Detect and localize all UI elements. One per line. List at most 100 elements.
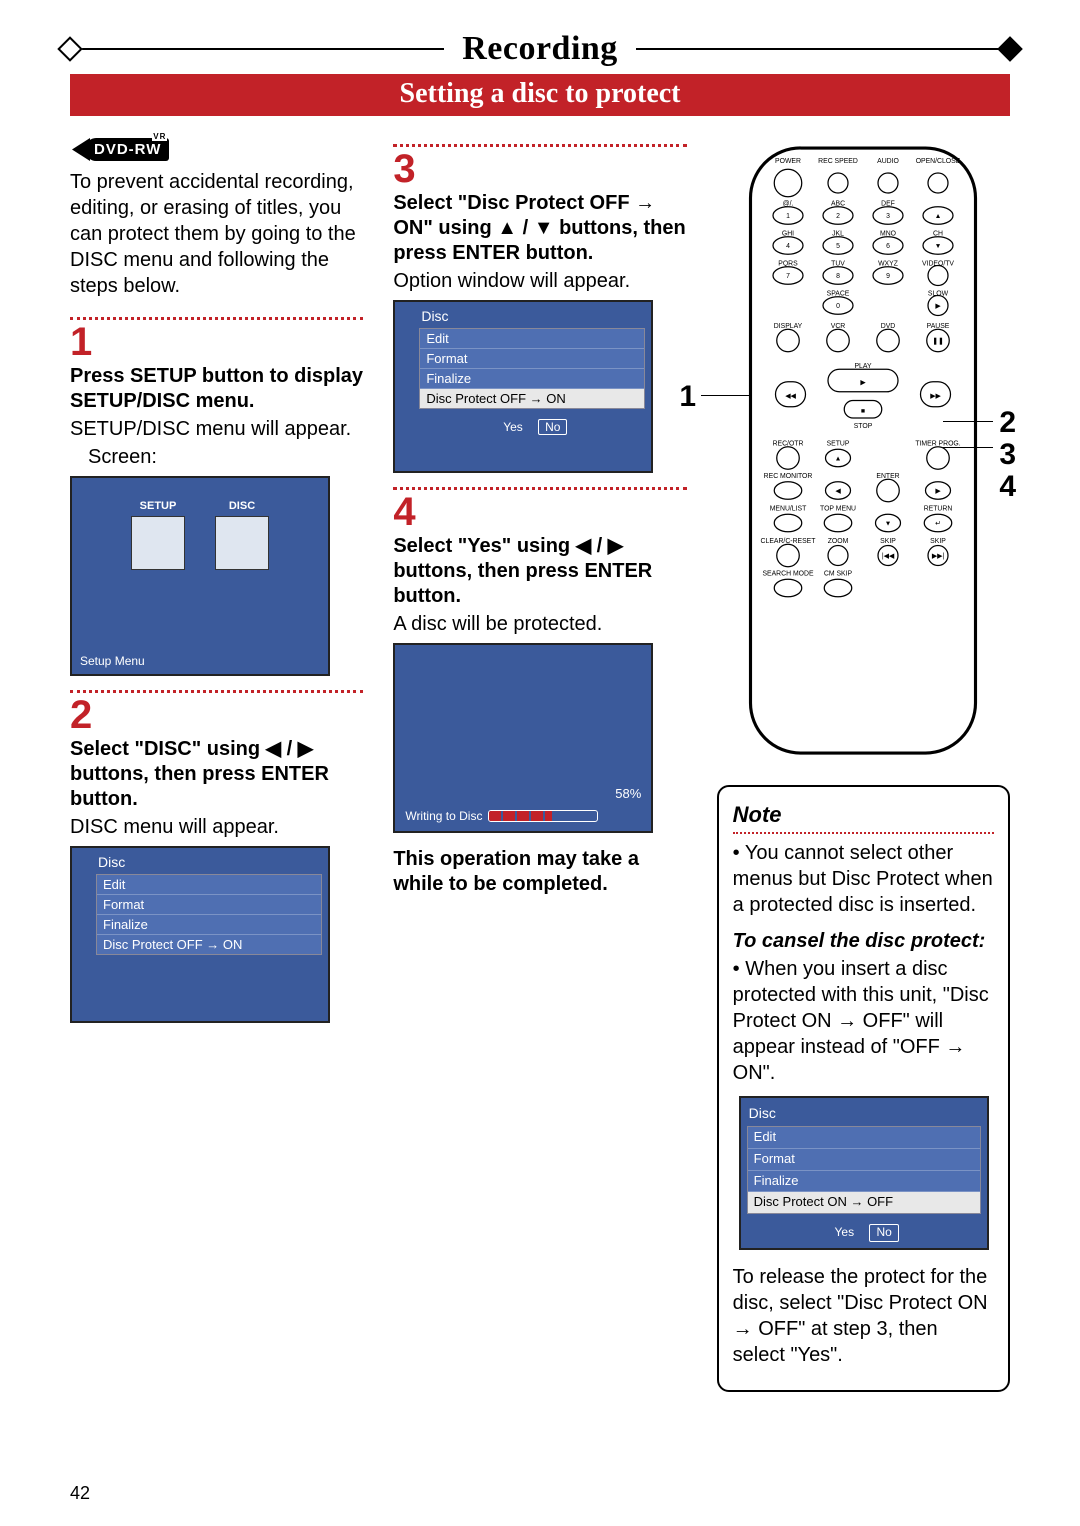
svg-text:❚❚: ❚❚ [933,337,945,345]
svg-text:◀◀: ◀◀ [786,393,797,400]
svg-text:↵: ↵ [935,521,941,528]
svg-text:3: 3 [886,213,890,220]
step-2-title: Select "DISC" using ◀ / ▶ buttons, then … [70,737,363,812]
screen-label: Screen: [70,444,363,470]
chapter-bar: Recording [70,30,1010,68]
svg-text:◀: ◀ [836,488,842,495]
note-subtitle: To cansel the disc protect: [733,928,994,954]
progress-bar [488,810,598,822]
step-4-title: Select "Yes" using ◀ / ▶ buttons, then p… [393,534,686,609]
svg-text:▲: ▲ [835,456,842,463]
osd-row-selected: Disc Protect ON → OFF [748,1192,980,1213]
svg-text:OPEN/CLOSE: OPEN/CLOSE [916,158,961,165]
intro-text: To prevent accidental recording, editing… [70,169,363,299]
yes-no-row: Yes No [413,415,651,441]
svg-text:▲: ▲ [935,213,942,220]
osd-row: Format [748,1149,980,1171]
svg-text:8: 8 [836,273,840,280]
osd-row: Format [420,349,644,369]
disc-protect-off-screenshot: Disc Edit Format Finalize Disc Protect O… [739,1096,989,1250]
svg-text:■: ■ [861,408,865,415]
remote-diagram: POWER REC SPEED AUDIO OPEN/CLOSE @/.ABCD… [723,138,1003,763]
step-1-body: SETUP/DISC menu will appear. [70,416,363,442]
svg-text:SKIP: SKIP [930,538,946,545]
note-paragraph-1: • You cannot select other menus but Disc… [733,840,994,918]
osd-title: Disc [90,848,328,872]
svg-text:STOP: STOP [854,423,873,430]
step-4-footnote: This operation may take a while to be co… [393,847,686,897]
note-box: Note • You cannot select other menus but… [717,785,1010,1392]
osd-row: Finalize [97,915,321,935]
svg-text:CM SKIP: CM SKIP [824,571,853,578]
callout-line [943,447,993,448]
writing-label-row: Writing to Disc [405,809,598,823]
svg-text:|◀◀: |◀◀ [882,553,895,560]
svg-text:9: 9 [886,273,890,280]
callout-line [701,395,749,396]
note-title: Note [733,801,994,830]
svg-text:AUDIO: AUDIO [877,158,899,165]
column-right: POWER REC SPEED AUDIO OPEN/CLOSE @/.ABCD… [717,138,1010,1392]
svg-text:SETUP: SETUP [827,441,850,448]
disc-menu-screenshot: Disc Edit Format Finalize Disc Protect O… [70,846,330,1023]
svg-text:▼: ▼ [935,243,942,250]
no-option: No [869,1224,898,1242]
svg-text:1: 1 [786,213,790,220]
svg-text:▼: ▼ [885,521,892,528]
step-4-body: A disc will be protected. [393,611,686,637]
callout-2: 2 [999,406,1016,440]
svg-text:SEARCH MODE: SEARCH MODE [763,571,814,578]
osd-row: Finalize [748,1171,980,1193]
note-paragraph-2: • When you insert a disc protected with … [733,956,994,1086]
setup-icon-box [131,516,185,570]
step-4-number: 4 [393,492,686,532]
callout-1: 1 [679,380,696,414]
column-middle: 3 Select "Disc Protect OFF → ON" using ▲… [393,138,686,1392]
rule-line [636,48,1010,50]
chapter-title: Recording [444,30,636,68]
rule-line [70,48,444,50]
svg-text:MENU/LIST: MENU/LIST [770,506,807,513]
setup-icon: SETUP [131,500,185,570]
osd-row: Format [97,895,321,915]
svg-text:PLAY: PLAY [855,363,872,370]
diamond-left-icon [57,36,82,61]
osd-title: Disc [413,302,651,326]
setup-menu-screenshot: SETUP DISC Setup Menu [70,476,330,676]
writing-label: Writing to Disc [405,809,482,823]
osd-row: Finalize [420,369,644,389]
svg-text:▶: ▶ [936,303,942,310]
step-2-number: 2 [70,695,363,735]
page-number: 42 [70,1483,90,1504]
remote-icon: POWER REC SPEED AUDIO OPEN/CLOSE @/.ABCD… [738,138,988,763]
svg-text:ZOOM: ZOOM [828,538,849,545]
dotted-divider [70,690,363,693]
svg-text:REC MONITOR: REC MONITOR [764,473,813,480]
svg-text:TOP MENU: TOP MENU [820,506,856,513]
step-1-title: Press SETUP button to display SETUP/DISC… [70,364,363,414]
osd-row: Edit [748,1127,980,1149]
step-1-number: 1 [70,322,363,362]
progress-percent: 58% [615,786,641,801]
note-paragraph-3: To release the protect for the disc, sel… [733,1264,994,1368]
svg-text:SKIP: SKIP [880,538,896,545]
svg-text:2: 2 [836,213,840,220]
yes-option: Yes [497,420,529,434]
callout-3: 3 [999,438,1016,472]
yes-option: Yes [829,1225,861,1241]
progress-fill [489,811,552,821]
osd-row: Edit [420,329,644,349]
writing-progress-screenshot: 58% Writing to Disc [393,643,653,833]
osd-row: Edit [97,875,321,895]
osd-title: Disc [741,1098,987,1124]
svg-text:▶: ▶ [936,488,942,495]
step-3-title: Select "Disc Protect OFF → ON" using ▲ /… [393,191,686,266]
svg-text:6: 6 [886,243,890,250]
svg-text:▶▶|: ▶▶| [932,553,945,560]
svg-text:RETURN: RETURN [924,506,953,513]
step-3-number: 3 [393,149,686,189]
step-3-body: Option window will appear. [393,268,686,294]
yes-no-row: Yes No [741,1220,987,1248]
column-left: VR DVD-RW To prevent accidental recordin… [70,138,363,1392]
svg-text:0: 0 [836,303,840,310]
